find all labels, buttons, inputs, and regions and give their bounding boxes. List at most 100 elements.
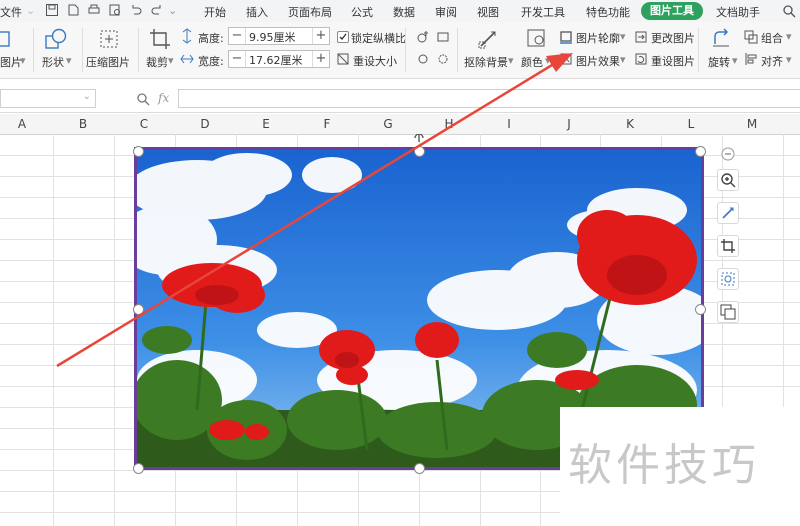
picture-outline-dropdown-icon[interactable]: ▾ <box>620 30 626 43</box>
align-button[interactable]: 对齐 <box>761 53 783 69</box>
height-value[interactable]: 9.95厘米 <box>249 29 296 45</box>
collapse-toolbar-icon[interactable] <box>721 147 735 161</box>
picture-effects-button[interactable]: 图片效果 <box>576 53 620 69</box>
rotation-handle-icon[interactable] <box>412 134 426 144</box>
align-icon[interactable] <box>744 52 758 66</box>
fx-label[interactable]: fx <box>158 91 169 105</box>
picture-outline-icon[interactable] <box>559 30 573 44</box>
rotate-picture-icon[interactable] <box>711 28 731 48</box>
frame-icon[interactable] <box>436 30 450 44</box>
color-button[interactable]: 颜色 <box>521 54 543 70</box>
color-dropdown-icon[interactable]: ▾ <box>545 54 551 67</box>
resize-handle-right[interactable] <box>695 304 706 315</box>
picture-button[interactable]: 图片 <box>0 54 22 70</box>
width-increase-button[interactable]: + <box>312 51 329 67</box>
resize-handle-bottom[interactable] <box>414 463 425 474</box>
compress-picture-button[interactable]: 压缩图片 <box>86 54 130 70</box>
column-header-j[interactable]: J <box>559 117 579 131</box>
width-decrease-button[interactable]: − <box>229 51 246 67</box>
remove-background-icon[interactable] <box>477 28 499 50</box>
tab-formulas[interactable]: 公式 <box>351 4 373 20</box>
picture-outline-button[interactable]: 图片轮廓 <box>576 30 620 46</box>
column-header-a[interactable]: A <box>12 117 32 131</box>
color-icon[interactable] <box>526 28 546 48</box>
resize-handle-bottom-left[interactable] <box>133 463 144 474</box>
rotate-button[interactable]: 旋转 <box>708 54 730 70</box>
reset-size-icon[interactable] <box>336 52 350 66</box>
remove-bg-tool-button[interactable] <box>717 202 739 224</box>
align-dropdown-icon[interactable]: ▾ <box>786 53 792 66</box>
shape-icon[interactable] <box>44 28 68 50</box>
search-icon[interactable] <box>782 4 796 18</box>
resize-handle-top-right[interactable] <box>695 146 706 157</box>
picture-dropdown-icon[interactable]: ▾ <box>20 54 26 67</box>
tab-data[interactable]: 数据 <box>393 4 415 20</box>
zoom-icon[interactable] <box>136 92 150 106</box>
change-picture-button[interactable]: 更改图片 <box>651 30 695 46</box>
crop-tool-button[interactable] <box>717 235 739 257</box>
shape-dropdown-icon[interactable]: ▾ <box>66 54 72 67</box>
crop-button[interactable]: 裁剪 <box>146 54 168 70</box>
save-icon[interactable] <box>45 3 59 17</box>
redo-icon[interactable] <box>150 3 164 17</box>
change-picture-tool-button[interactable] <box>717 301 739 323</box>
tab-view[interactable]: 视图 <box>477 4 499 20</box>
output-icon[interactable] <box>66 3 80 17</box>
width-stepper[interactable]: − 17.62厘米 + <box>228 50 330 68</box>
column-header-f[interactable]: F <box>317 117 337 131</box>
picture-effects-dropdown-icon[interactable]: ▾ <box>620 53 626 66</box>
tab-special-features[interactable]: 特色功能 <box>586 4 630 20</box>
picture-icon[interactable] <box>0 30 10 48</box>
zoom-in-tool-button[interactable] <box>717 169 739 191</box>
resize-handle-top-left[interactable] <box>133 146 144 157</box>
quick-access-more-icon[interactable]: ⌄ <box>168 4 177 17</box>
column-header-b[interactable]: B <box>73 117 93 131</box>
height-increase-button[interactable]: + <box>312 28 329 44</box>
tab-page-layout[interactable]: 页面布局 <box>288 4 332 20</box>
column-header-c[interactable]: C <box>134 117 154 131</box>
resize-handle-left[interactable] <box>133 304 144 315</box>
remove-background-dropdown-icon[interactable]: ▾ <box>508 54 514 67</box>
crop-dropdown-icon[interactable]: ▾ <box>168 54 174 67</box>
column-header-h[interactable]: H <box>439 117 459 131</box>
menu-dropdown-icon[interactable]: ⌄ <box>26 4 35 17</box>
lock-ratio-checkbox[interactable] <box>337 31 349 43</box>
column-header-k[interactable]: K <box>620 117 640 131</box>
change-picture-icon[interactable] <box>634 30 648 44</box>
name-box-dropdown-icon[interactable]: ⌄ <box>83 91 91 102</box>
rotate-icon[interactable] <box>416 52 430 66</box>
tab-home[interactable]: 开始 <box>204 4 226 20</box>
group-icon[interactable] <box>744 30 758 44</box>
rotate-dropdown-icon[interactable]: ▾ <box>732 54 738 67</box>
flip-icon[interactable] <box>436 52 450 66</box>
column-header-e[interactable]: E <box>256 117 276 131</box>
column-header-i[interactable]: I <box>499 117 519 131</box>
compress-picture-icon[interactable] <box>98 28 120 50</box>
reset-picture-button[interactable]: 重设图片 <box>651 53 695 69</box>
undo-icon[interactable] <box>129 3 143 17</box>
reset-size-button[interactable]: 重设大小 <box>353 53 397 69</box>
name-box[interactable]: ⌄ <box>0 89 96 108</box>
tab-insert[interactable]: 插入 <box>246 4 268 20</box>
print-preview-icon[interactable] <box>108 3 122 17</box>
column-header-g[interactable]: G <box>378 117 398 131</box>
picture-effects-icon[interactable] <box>559 52 573 66</box>
print-icon[interactable] <box>87 3 101 17</box>
tab-developer[interactable]: 开发工具 <box>521 4 565 20</box>
column-header-l[interactable]: L <box>681 117 701 131</box>
group-button[interactable]: 组合 <box>761 30 783 46</box>
formula-input[interactable] <box>178 89 800 108</box>
column-header-d[interactable]: D <box>195 117 215 131</box>
crop-icon[interactable] <box>149 28 171 50</box>
reset-picture-icon[interactable] <box>634 52 648 66</box>
resize-handle-top[interactable] <box>414 146 425 157</box>
lock-ratio-label[interactable]: 锁定纵横比 <box>351 30 406 46</box>
group-dropdown-icon[interactable]: ▾ <box>786 30 792 43</box>
menu-file[interactable]: 文件 <box>0 4 22 20</box>
effects-tool-button[interactable] <box>717 268 739 290</box>
tab-review[interactable]: 审阅 <box>435 4 457 20</box>
add-icon[interactable] <box>416 30 430 44</box>
height-decrease-button[interactable]: − <box>229 28 246 44</box>
tab-picture-tools[interactable]: 图片工具 <box>641 2 703 20</box>
width-value[interactable]: 17.62厘米 <box>249 52 303 68</box>
